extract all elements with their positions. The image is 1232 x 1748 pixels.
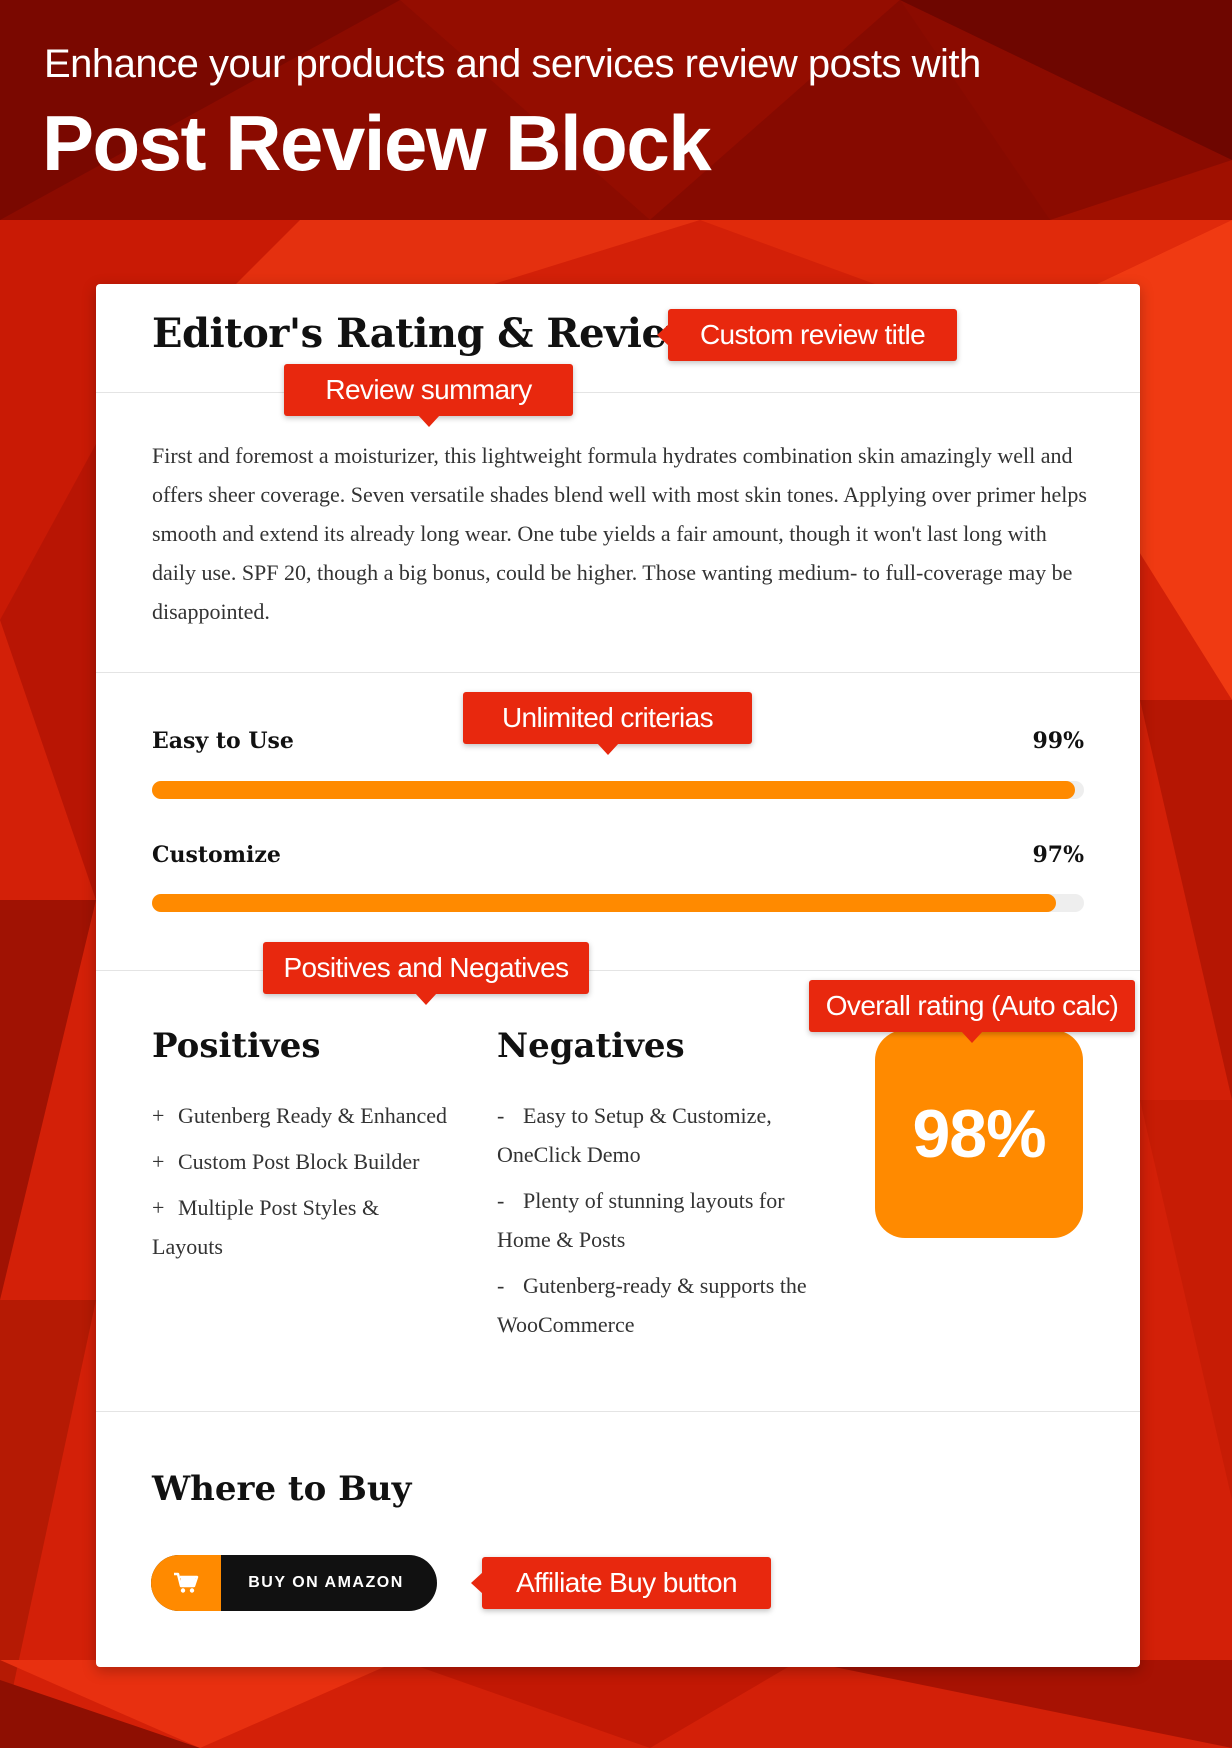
callout-affiliate-buy: Affiliate Buy button — [471, 1557, 771, 1609]
hero-title: Post Review Block — [42, 99, 712, 187]
list-item: + Gutenberg Ready & Enhanced — [152, 1103, 448, 1128]
criterion-label: Customize — [152, 842, 281, 868]
positives-list: + Gutenberg Ready & Enhanced + Custom Post… — [152, 1096, 452, 1273]
callout-positives-negatives: Positives and Negatives — [263, 942, 589, 1005]
buy-button-label: BUY ON AMAZON — [248, 1574, 404, 1591]
criterion-bar — [152, 781, 1084, 799]
overall-rating: 98% — [875, 1030, 1083, 1238]
divider — [96, 672, 1140, 673]
callout-review-summary: Review summary — [284, 364, 573, 427]
positives-heading: Positives — [152, 1026, 321, 1066]
divider — [96, 970, 1140, 971]
divider — [96, 392, 1140, 393]
criterion-value: 97% — [1032, 842, 1084, 868]
callout-overall-rating: Overall rating (Auto calc) — [809, 980, 1135, 1043]
divider — [96, 1411, 1140, 1412]
criterion-value: 99% — [1032, 728, 1084, 754]
where-to-buy-heading: Where to Buy — [152, 1469, 412, 1509]
callout-unlimited-criterias: Unlimited criterias — [463, 692, 752, 755]
hero-subtitle: Enhance your products and services revie… — [44, 42, 981, 86]
list-item: - Gutenberg-ready & supports the WooComme… — [497, 1273, 807, 1337]
review-title: Editor's Rating & Review — [152, 310, 701, 357]
cart-icon — [151, 1555, 221, 1611]
buy-on-amazon-button[interactable]: BUY ON AMAZON — [151, 1555, 437, 1611]
criterion-label: Easy to Use — [152, 728, 294, 754]
criterion-bar-fill — [152, 894, 1057, 912]
list-item: + Multiple Post Styles & Layouts — [152, 1195, 380, 1259]
callout-review-title: Custom review title — [657, 309, 957, 361]
negatives-heading: Negatives — [497, 1026, 685, 1066]
review-summary: First and foremost a moisturizer, this l… — [152, 443, 1087, 624]
list-item: + Custom Post Block Builder — [152, 1149, 420, 1174]
review-card: Editor's Rating & Review First and forem… — [96, 284, 1140, 1667]
negatives-list: - Easy to Setup & Customize, OneClick Dem… — [497, 1096, 827, 1351]
list-item: - Plenty of stunning layouts for Home & P… — [497, 1188, 785, 1252]
list-item: - Easy to Setup & Customize, OneClick Dem… — [497, 1103, 772, 1167]
criterion-bar — [152, 894, 1084, 912]
criterion-bar-fill — [152, 781, 1075, 799]
